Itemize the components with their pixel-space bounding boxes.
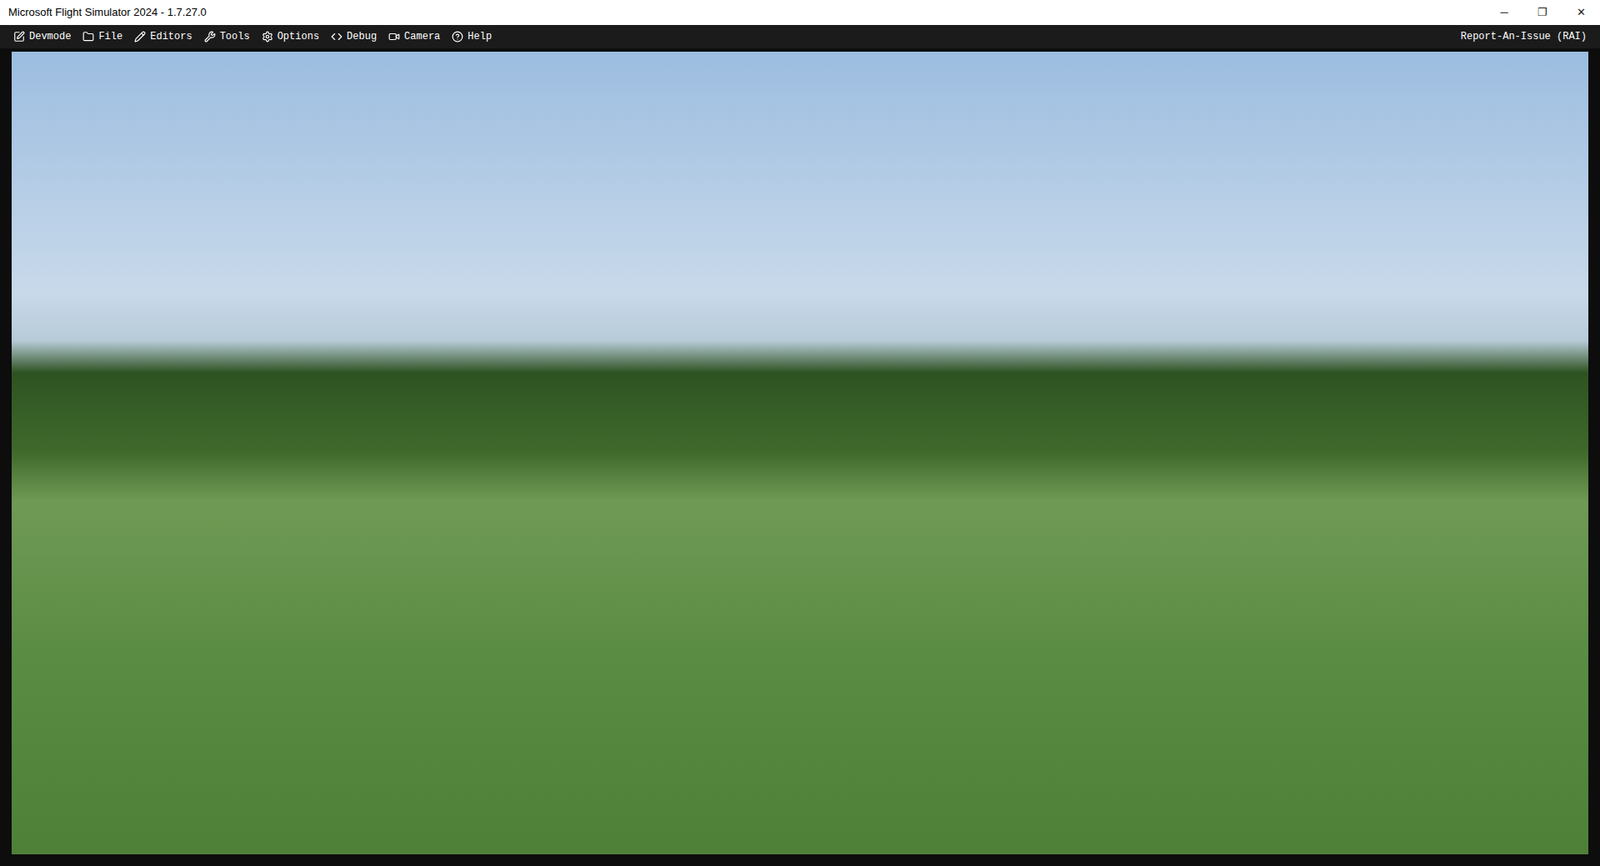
toolbar-menu-item[interactable]: Debug: [330, 29, 377, 45]
window-control-button[interactable]: ❐: [1523, 0, 1562, 25]
toolbar-menu-item[interactable]: Help: [451, 29, 492, 45]
app-window: Microsoft Flight Simulator 2024 - 1.7.27…: [0, 0, 1600, 866]
window-controls: ─❐✕: [1485, 0, 1600, 25]
window-control-button[interactable]: ─: [1485, 0, 1524, 25]
menu-icon: [330, 30, 343, 43]
menu-icon: [134, 30, 146, 43]
toolbar-menu-item[interactable]: Devmode: [13, 29, 71, 45]
toolbar-menu-item[interactable]: Editors: [134, 29, 192, 45]
menu-icon: [82, 30, 95, 43]
menu-icon: [261, 30, 274, 43]
toolbar-menu-item[interactable]: Camera: [388, 29, 440, 45]
toolbar-menu-item[interactable]: Tools: [204, 29, 250, 45]
menu-icon: [13, 30, 25, 43]
menu-icon: [388, 30, 400, 43]
toolbar-menu-item[interactable]: Options: [261, 29, 320, 45]
menu-icon: [451, 30, 464, 43]
menu-icon: [204, 30, 216, 43]
toolbar-menu-item[interactable]: File: [82, 29, 123, 45]
game-viewport[interactable]: [11, 51, 1589, 855]
window-control-button[interactable]: ✕: [1561, 0, 1600, 25]
window-title: Microsoft Flight Simulator 2024 - 1.7.27…: [8, 4, 207, 21]
report-issue-button[interactable]: Report-An-Issue (RAI): [1460, 29, 1587, 45]
dev-toolbar: Devmode File Editors Tools Options Debug Camer…: [0, 25, 1600, 49]
title-bar: Microsoft Flight Simulator 2024 - 1.7.27…: [0, 0, 1600, 25]
